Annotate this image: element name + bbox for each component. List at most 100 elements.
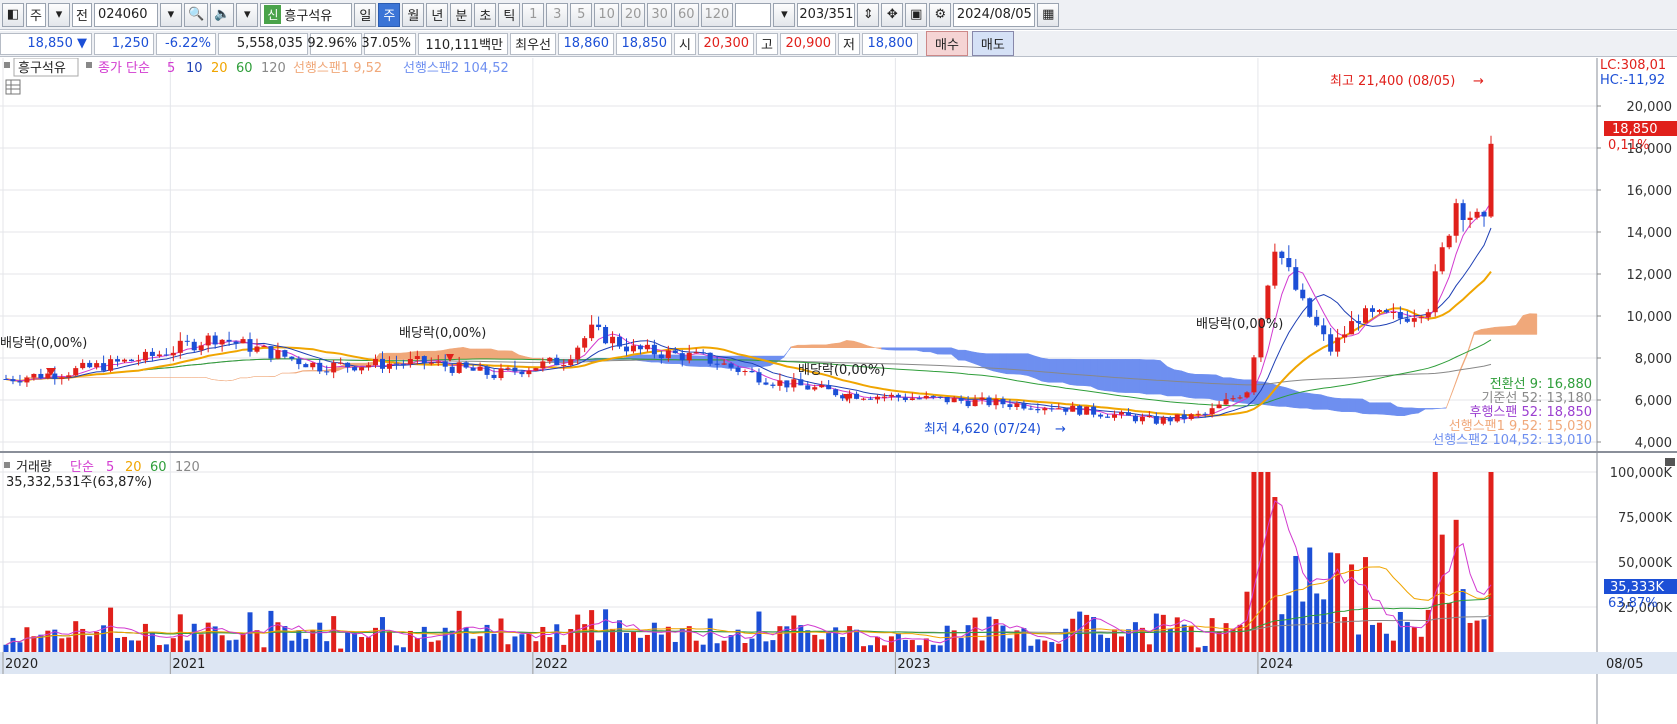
candle-body bbox=[986, 397, 992, 406]
cloud-segment bbox=[393, 352, 401, 360]
interval-5-button[interactable]: 5 bbox=[570, 2, 593, 27]
volume-bar bbox=[770, 640, 776, 652]
cloud-segment bbox=[1083, 359, 1091, 387]
period-minute-tab[interactable]: 분 bbox=[450, 2, 473, 27]
volume-bar bbox=[1481, 619, 1487, 652]
pane-close-icon[interactable] bbox=[1665, 458, 1675, 466]
candle-body bbox=[1167, 417, 1173, 422]
volume-bar bbox=[1042, 640, 1048, 652]
year-label: 2022 bbox=[535, 657, 568, 672]
volume-bar bbox=[400, 647, 406, 652]
cloud-segment bbox=[1243, 379, 1252, 405]
candle-body bbox=[1216, 404, 1222, 409]
volume-bar bbox=[1223, 623, 1229, 652]
open-label: 시 bbox=[674, 32, 696, 55]
candle-body bbox=[1390, 312, 1396, 314]
interval-dropdown-icon[interactable]: ▾ bbox=[773, 2, 796, 27]
cloud-segment bbox=[497, 350, 506, 360]
candle-body bbox=[331, 362, 337, 373]
table-toggle-icon[interactable] bbox=[5, 79, 21, 95]
candle-body bbox=[115, 359, 121, 362]
stock-name-field[interactable]: 신 흥구석유 bbox=[260, 2, 353, 27]
cloud-segment bbox=[957, 349, 966, 361]
market-dropdown-icon[interactable]: ▾ bbox=[47, 2, 70, 27]
candle-body bbox=[324, 371, 330, 373]
interval-1-button[interactable]: 1 bbox=[522, 2, 545, 27]
interval-20-button[interactable]: 20 bbox=[620, 2, 646, 27]
interval-10-button[interactable]: 10 bbox=[594, 2, 619, 27]
interval-3-button[interactable]: 3 bbox=[546, 2, 569, 27]
volume-bar bbox=[909, 640, 915, 652]
period-label: 틱 bbox=[503, 9, 516, 24]
cloud-segment bbox=[1118, 359, 1126, 393]
candle-body bbox=[777, 380, 783, 386]
interval-30-button[interactable]: 30 bbox=[647, 2, 672, 27]
cloud-segment bbox=[811, 344, 820, 348]
scope-select[interactable]: 전 bbox=[71, 2, 92, 27]
candle-body bbox=[993, 398, 999, 406]
period-label: 주 bbox=[383, 9, 396, 24]
calendar-icon[interactable]: ▦ bbox=[1037, 2, 1060, 27]
trade-amount: 110,111백만 bbox=[418, 32, 508, 55]
candle-body bbox=[1195, 413, 1201, 415]
volume-bar bbox=[519, 634, 525, 652]
layout-icon[interactable]: ◧ bbox=[2, 2, 24, 27]
year-label: 2021 bbox=[172, 657, 205, 672]
cloud-segment bbox=[1153, 359, 1161, 395]
save-icon[interactable]: ▣ bbox=[905, 2, 928, 27]
candle-body bbox=[735, 367, 741, 372]
best-bid: 18,850 bbox=[616, 32, 672, 55]
stock-chart[interactable]: 흥구석유 종가 단순 5 10 20 60 120 선행스팬1 9,52 선행스… bbox=[0, 58, 1677, 724]
volume-bar bbox=[1418, 636, 1424, 652]
buy-button[interactable]: 매수 bbox=[926, 31, 968, 56]
period-tick-tab[interactable]: 틱 bbox=[498, 2, 521, 27]
candle-body bbox=[156, 354, 162, 356]
candle-body bbox=[80, 362, 86, 369]
crosshair-icon[interactable]: ✥ bbox=[881, 2, 904, 27]
period-month-tab[interactable]: 월 bbox=[402, 2, 425, 27]
candle-body bbox=[1279, 251, 1285, 259]
sound-icon[interactable]: 🔈 bbox=[210, 2, 235, 27]
sound-dropdown-icon[interactable]: ▾ bbox=[236, 2, 259, 27]
volume-bar bbox=[791, 615, 797, 652]
count-field[interactable]: 203/351 bbox=[797, 2, 856, 27]
volume-bar bbox=[1363, 557, 1369, 652]
interval-60-button[interactable]: 60 bbox=[673, 2, 699, 27]
cloud-segment bbox=[1522, 313, 1531, 335]
best-ask: 18,860 bbox=[558, 32, 614, 55]
cloud-segment bbox=[1090, 359, 1098, 390]
period-second-tab[interactable]: 초 bbox=[474, 2, 497, 27]
code-dropdown-icon[interactable]: ▾ bbox=[159, 2, 182, 27]
candle-body bbox=[1035, 409, 1041, 411]
candle-body bbox=[317, 362, 323, 372]
volume-bar bbox=[94, 631, 100, 652]
candle-body bbox=[1153, 416, 1159, 424]
volume-bar bbox=[812, 634, 818, 652]
volume-bar bbox=[707, 618, 713, 652]
stock-code-input[interactable]: 024060 bbox=[93, 2, 158, 27]
volume-bar bbox=[66, 637, 72, 652]
period-day-tab[interactable]: 일 bbox=[354, 2, 377, 27]
candle-body bbox=[944, 396, 950, 403]
zoom-icon[interactable]: ⇕ bbox=[857, 2, 880, 27]
cloud-segment bbox=[693, 355, 701, 367]
search-icon[interactable]: 🔍 bbox=[183, 2, 209, 27]
candle-body bbox=[1244, 392, 1250, 398]
interval-120-button[interactable]: 120 bbox=[700, 2, 734, 27]
best-price-label: 최우선 bbox=[510, 32, 556, 55]
volume-bar bbox=[296, 630, 302, 652]
candle-body bbox=[484, 366, 490, 375]
candle-body bbox=[623, 346, 629, 352]
market-select[interactable]: 주 bbox=[26, 2, 46, 27]
sell-button[interactable]: 매도 bbox=[971, 31, 1014, 56]
date-input[interactable]: 2024/08/05 bbox=[953, 2, 1036, 27]
period-week-tab[interactable]: 주 bbox=[378, 2, 401, 27]
custom-interval-input[interactable] bbox=[735, 2, 772, 27]
gear-icon[interactable]: ⚙ bbox=[929, 2, 952, 27]
cloud-segment bbox=[1034, 355, 1043, 382]
volume-bar bbox=[798, 625, 804, 652]
candle-body bbox=[617, 336, 623, 347]
volume-bar bbox=[623, 632, 629, 652]
candle-body bbox=[1223, 399, 1229, 405]
period-year-tab[interactable]: 년 bbox=[426, 2, 449, 27]
